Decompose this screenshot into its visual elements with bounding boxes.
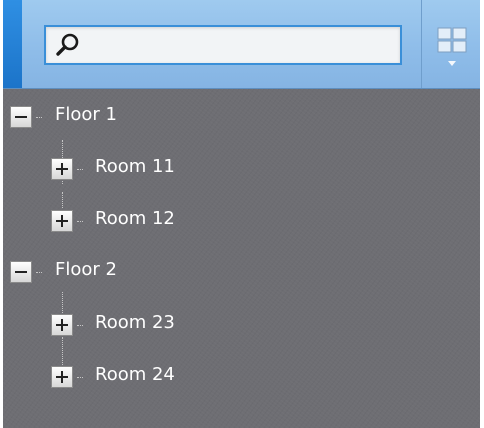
room-24-expand-toggle[interactable] [51, 366, 73, 388]
tree-connector [36, 117, 42, 118]
plus-icon-v [61, 163, 63, 175]
floor-1-collapse-toggle[interactable] [10, 106, 32, 128]
minus-icon [15, 116, 27, 118]
plus-icon-v [61, 319, 63, 331]
plus-icon-v [61, 215, 63, 227]
room-23-expand-toggle[interactable] [51, 314, 73, 336]
grid-view-icon [437, 27, 467, 66]
tree-node-room-24[interactable]: Room 24 [95, 364, 175, 386]
search-box[interactable] [44, 25, 402, 65]
tree-connector [62, 192, 63, 208]
tree-node-floor-2[interactable]: Floor 2 [55, 259, 117, 281]
tree-node-room-23[interactable]: Room 23 [95, 312, 175, 334]
plus-icon-v [61, 371, 63, 383]
grid-view-button[interactable] [428, 18, 478, 74]
tree-connector [77, 221, 83, 222]
tree-connector [62, 292, 63, 313]
tree-connector [36, 272, 42, 273]
tree-connector [77, 377, 83, 378]
tree-node-room-11[interactable]: Room 11 [95, 156, 175, 178]
search-icon [56, 33, 79, 56]
search-input[interactable] [88, 31, 392, 61]
tree-connector [77, 169, 83, 170]
tree-node-room-12[interactable]: Room 12 [95, 208, 175, 230]
tree-node-floor-1[interactable]: Floor 1 [55, 104, 117, 126]
tree-connector [77, 325, 83, 326]
tree-connector [62, 337, 63, 365]
header-divider [421, 0, 422, 88]
room-12-expand-toggle[interactable] [51, 210, 73, 232]
room-11-expand-toggle[interactable] [51, 158, 73, 180]
minus-icon [15, 271, 27, 273]
floor-2-collapse-toggle[interactable] [10, 261, 32, 283]
header-accent [3, 0, 22, 88]
